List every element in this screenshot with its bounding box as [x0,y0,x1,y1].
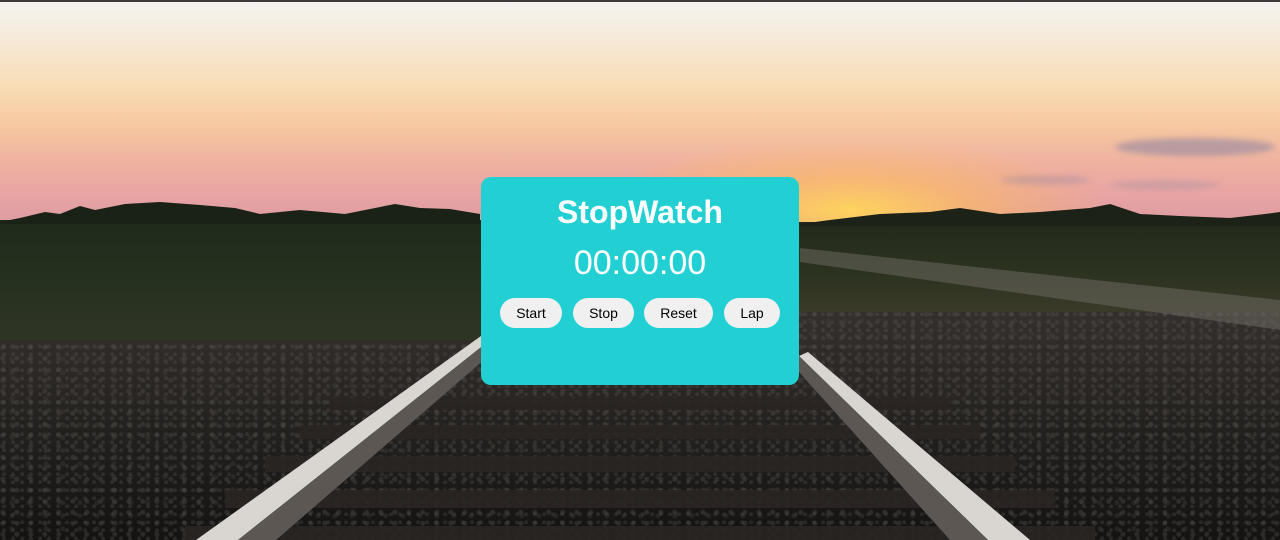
stopwatch-title: StopWatch [557,194,723,230]
stopwatch-card: StopWatch 00:00:00 Start Stop Reset Lap [481,177,799,385]
stop-button[interactable]: Stop [573,298,634,328]
controls-row: Start Stop Reset Lap [481,298,799,329]
top-border [0,0,1280,2]
reset-button[interactable]: Reset [644,298,713,328]
start-button[interactable]: Start [500,298,562,328]
lap-button[interactable]: Lap [724,298,780,328]
time-display: 00:00:00 [573,244,707,282]
